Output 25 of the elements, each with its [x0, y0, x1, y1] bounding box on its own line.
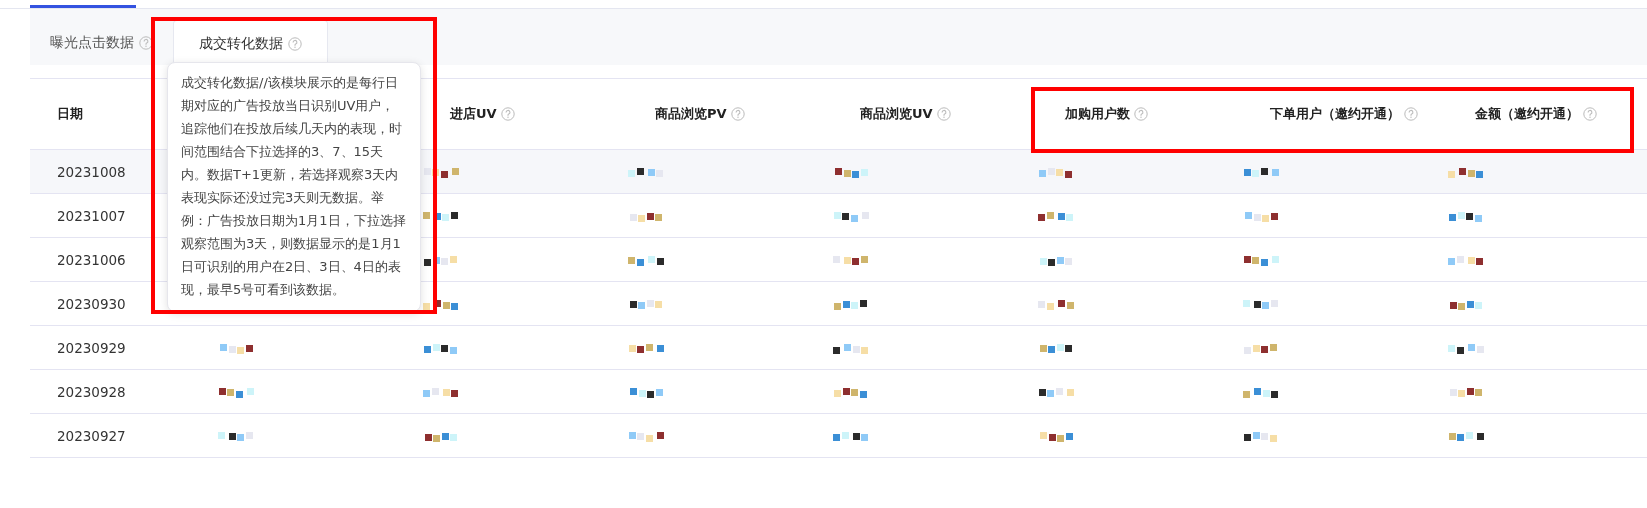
table-cell: 20230928 — [57, 383, 126, 400]
table-cell: 20231007 — [57, 207, 126, 224]
help-icon[interactable] — [139, 35, 153, 50]
help-icon[interactable] — [288, 36, 302, 51]
table-cell: 20230929 — [57, 339, 126, 356]
help-icon[interactable] — [936, 107, 951, 121]
column-header: 日期 — [57, 105, 83, 123]
table-cell: 20231006 — [57, 251, 126, 268]
column-header: 商品浏览UV — [860, 105, 933, 123]
tab-indicator[interactable] — [30, 5, 136, 8]
help-icon[interactable] — [1583, 107, 1597, 121]
column-header: 下单用户（邀约开通） — [1270, 105, 1400, 123]
tooltip: 成交转化数据//该模块展示的是每行日期对应的广告投放当日识别UV用户，追踪他们在投放后续几天内的表现，时间范围结合下拉选择的3、7、15天内。数据T+1更新，若选择观察3天内表现实际还没过完3天则无数据。举例：广告投放日期为1月1日，下拉选择观察范围为3天，则数据显示的是1月1日可识别的用户在2日、3日、4日的表现，最早5号可看到该数据。 — [167, 62, 421, 312]
table-cell: 20230927 — [57, 427, 126, 444]
column-header: 进店UV — [450, 105, 497, 123]
help-icon[interactable] — [500, 107, 515, 121]
tab[interactable]: 曝光点击数据 — [30, 20, 173, 65]
help-icon[interactable] — [730, 107, 745, 121]
column-header: 加购用户数 — [1065, 105, 1130, 123]
help-icon[interactable] — [1404, 107, 1418, 121]
column-header: 金额（邀约开通） — [1475, 105, 1579, 123]
column-header: 商品浏览PV — [655, 105, 727, 123]
table-cell: 20231008 — [57, 163, 126, 180]
table-cell: 20230930 — [57, 295, 126, 312]
help-icon[interactable] — [1134, 107, 1148, 121]
